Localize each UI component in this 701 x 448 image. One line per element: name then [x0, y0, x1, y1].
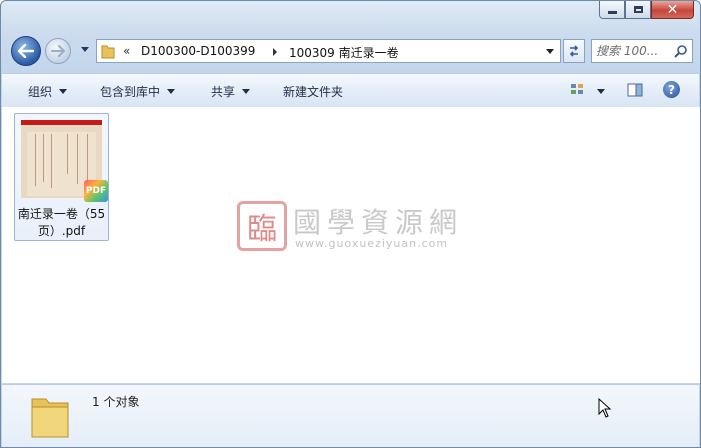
details-pane: 1 个对象 — [2, 384, 699, 447]
folder-icon — [31, 398, 69, 438]
recent-pages-dropdown[interactable] — [81, 47, 89, 52]
search-box[interactable] — [591, 39, 693, 63]
change-view-button[interactable] — [570, 82, 608, 100]
search-input[interactable] — [596, 42, 672, 60]
views-icon — [571, 84, 605, 94]
command-bar: 组织 包含到库中 共享 新建文件夹 ? — [2, 73, 699, 108]
watermark: 臨 國學資源網 www.guoxueziyuan.com — [237, 201, 477, 257]
refresh-button[interactable] — [563, 39, 585, 63]
share-menu[interactable]: 共享 — [211, 83, 251, 100]
breadcrumb-parent[interactable]: D100300-D100399 — [141, 44, 255, 58]
organize-label: 组织 — [28, 85, 53, 99]
file-name: 南迁录一卷（55页）.pdf — [17, 207, 106, 238]
explorer-window: ✕ « D100300-D100399 100309 南迁录一卷 组织 包含到库… — [0, 0, 701, 448]
mouse-cursor-icon — [598, 398, 612, 418]
breadcrumb-current[interactable]: 100309 南迁录一卷 — [289, 44, 399, 61]
preview-pane-button[interactable] — [627, 82, 643, 98]
thumbnail-text-line — [67, 134, 68, 174]
overflow-chevron[interactable]: « — [123, 44, 130, 58]
forward-arrow-icon — [51, 45, 65, 57]
file-list-area[interactable]: PDF 南迁录一卷（55页）.pdf 臨 國學資源網 www.guoxueziy… — [2, 107, 690, 383]
minimize-icon — [607, 11, 617, 14]
watermark-logo: 臨 — [237, 201, 287, 251]
watermark-url: www.guoxueziyuan.com — [295, 237, 449, 250]
thumbnail-text-line — [77, 134, 78, 184]
breadcrumb-separator[interactable] — [273, 48, 277, 56]
forward-button[interactable] — [45, 38, 71, 64]
organize-menu[interactable]: 组织 — [28, 83, 68, 100]
thumbnail-text-line — [87, 134, 88, 180]
chevron-down-icon — [242, 89, 251, 94]
maximize-icon — [633, 6, 643, 13]
pdf-icon: PDF — [84, 180, 108, 202]
close-button[interactable]: ✕ — [651, 1, 694, 19]
refresh-icon — [569, 45, 579, 57]
address-bar[interactable]: « D100300-D100399 100309 南迁录一卷 — [96, 39, 561, 63]
scrollbar[interactable] — [690, 107, 700, 383]
share-label: 共享 — [211, 85, 236, 99]
thumbnail-header-bar — [21, 120, 102, 125]
minimize-button[interactable] — [599, 1, 625, 19]
back-arrow-icon — [18, 44, 34, 58]
caption-buttons: ✕ — [599, 1, 694, 21]
preview-pane-icon — [627, 83, 643, 97]
folder-icon — [101, 45, 115, 59]
chevron-down-icon — [59, 89, 68, 94]
search-icon — [674, 45, 687, 58]
help-button[interactable]: ? — [663, 81, 680, 98]
help-icon: ? — [668, 82, 675, 97]
thumbnail-text-line — [43, 134, 44, 182]
thumbnail-text-line — [35, 134, 36, 186]
thumbnail-text-line — [51, 134, 52, 188]
include-in-library-menu[interactable]: 包含到库中 — [100, 83, 176, 100]
close-icon: ✕ — [666, 1, 679, 18]
maximize-button[interactable] — [625, 1, 651, 19]
chevron-down-icon — [167, 89, 176, 94]
address-dropdown[interactable] — [546, 49, 554, 54]
back-button[interactable] — [11, 36, 41, 66]
file-item[interactable]: PDF 南迁录一卷（55页）.pdf — [14, 113, 109, 241]
watermark-title: 國學資源網 — [293, 206, 464, 239]
include-in-library-label: 包含到库中 — [100, 85, 161, 99]
navigation-bar: « D100300-D100399 100309 南迁录一卷 — [1, 35, 700, 67]
new-folder-button[interactable]: 新建文件夹 — [283, 83, 343, 100]
item-count: 1 个对象 — [92, 395, 140, 409]
